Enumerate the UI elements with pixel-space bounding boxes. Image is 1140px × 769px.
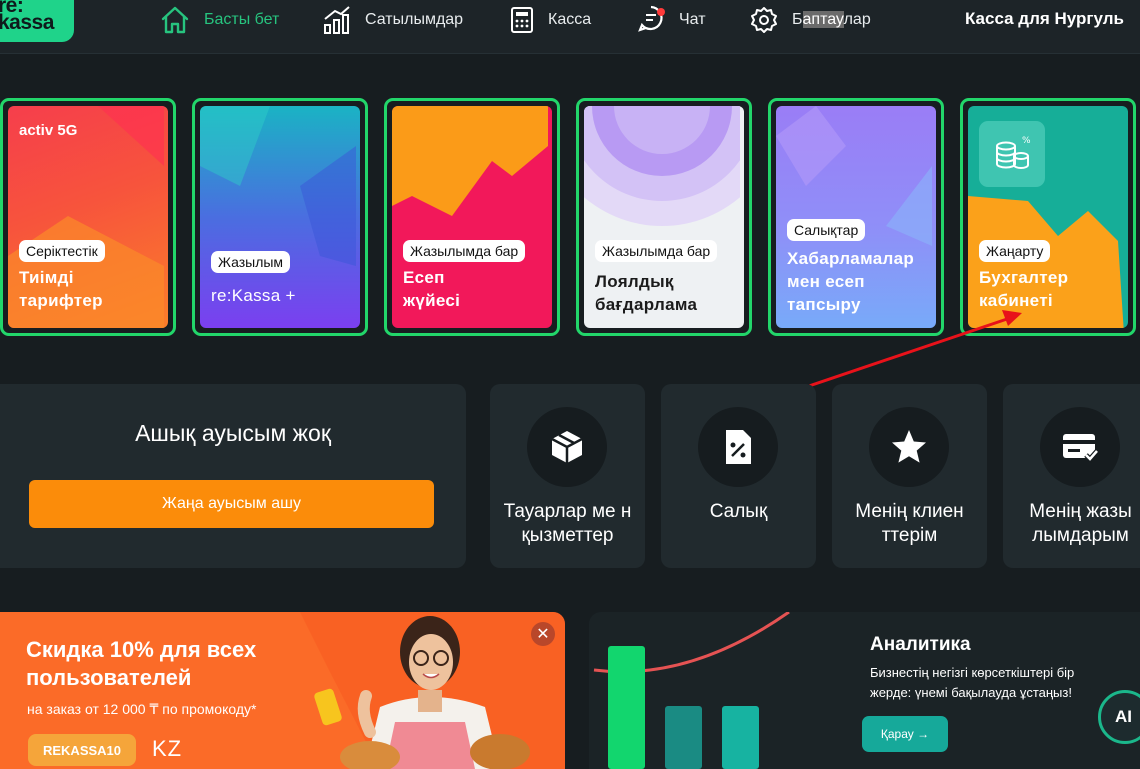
- star-icon: [892, 430, 926, 463]
- promo-banner[interactable]: Скидка 10% для всех пользователей на зак…: [0, 612, 565, 769]
- card-accounting-system-bg: Жазылымда бар Есеп жүйесі: [392, 106, 552, 328]
- card-badge: Жазылым: [211, 251, 291, 273]
- coins-icon: %: [996, 136, 1031, 169]
- tile-label: Менің клиен ттерім: [855, 501, 964, 546]
- nav-item-home[interactable]: Басты бет: [160, 0, 279, 40]
- nav-item-sales[interactable]: Сатылымдар: [323, 0, 463, 40]
- card-tariffs[interactable]: activ 5G Серіктестік Тиімді тарифтер: [0, 98, 176, 336]
- promo-kz-text: KZ: [152, 736, 183, 761]
- activ-logo: activ 5G: [19, 122, 78, 139]
- tile-label: Салық: [709, 501, 768, 522]
- card-notifications-reports[interactable]: Салықтар Хабарламалар мен есеп тапсыру: [768, 98, 944, 336]
- analytics-title: Аналитика: [870, 634, 971, 655]
- promo-code-badge: REKASSA10: [28, 734, 136, 766]
- nav-label-settings-selected: аптау: [802, 11, 844, 28]
- chart-bar: [608, 646, 645, 769]
- calculator-icon: [511, 7, 533, 33]
- chat-notification-dot: [657, 7, 665, 16]
- card-rekassa-plus[interactable]: Жазылым re:Kassa +: [192, 98, 368, 336]
- tile-icon-circle: [527, 407, 607, 487]
- top-navigation-bar: re: kassa Басты бет Сатылымдар Касса Чат…: [0, 0, 1140, 54]
- nav-item-cashier[interactable]: Касса: [510, 0, 591, 40]
- nav-label-sales: Сатылымдар: [365, 11, 464, 28]
- card-loyalty-program[interactable]: Жазылымда бар Лоялдық бағдарлама: [576, 98, 752, 336]
- card-title: Лоялдық бағдарлама: [595, 272, 698, 314]
- nav-label-chat: Чат: [679, 11, 706, 28]
- analytics-view-button[interactable]: Қарау →: [862, 716, 948, 752]
- chart-bar: [722, 706, 759, 769]
- tile-my-clients[interactable]: Менің клиен ттерім: [832, 384, 987, 568]
- card-title: re:Kassa +: [211, 286, 296, 305]
- shift-status-title: Ашық ауысым жоқ: [135, 420, 331, 446]
- card-badge: Жазылымда бар: [403, 240, 526, 262]
- nav-label-settings-pre: Б: [792, 11, 803, 28]
- nav-label-home: Басты бет: [204, 11, 280, 28]
- analytics-description: Бизнестің негізгі көрсеткіштері бір жерд…: [870, 665, 1075, 700]
- card-loyalty-program-bg: Жазылымда бар Лоялдық бағдарлама: [584, 106, 744, 328]
- nav-item-settings[interactable]: Баптаулар: [750, 0, 871, 40]
- promo-subtitle: на заказ от 12 000 ₸ по промокоду*: [27, 701, 257, 717]
- promo-title: Скидка 10% для всех пользователей: [26, 637, 257, 690]
- tile-tax[interactable]: Салық: [661, 384, 816, 568]
- nav-label-cashier: Касса: [548, 11, 592, 28]
- tile-icon-circle: [698, 407, 778, 487]
- tile-label: Тауарлар ме н қызметтер: [503, 501, 632, 546]
- tile-products-services[interactable]: Тауарлар ме н қызметтер: [490, 384, 645, 568]
- analytics-panel[interactable]: Аналитика Бизнестің негізгі көрсеткіштер…: [589, 612, 1140, 769]
- card-tariffs-bg: activ 5G Серіктестік Тиімді тарифтер: [8, 106, 168, 328]
- tile-label: Менің жазы лымдарым: [1029, 501, 1132, 546]
- svg-text:%: %: [1022, 136, 1031, 146]
- logo-text-line2: kassa: [0, 11, 54, 34]
- card-check-icon: [1063, 434, 1099, 463]
- tile-icon-circle: [869, 407, 949, 487]
- tile-icon-circle: [1040, 407, 1120, 487]
- card-accounting-system[interactable]: Жазылымда бар Есеп жүйесі: [384, 98, 560, 336]
- nav-item-chat[interactable]: Чат: [637, 0, 706, 40]
- chat-icon-wrapper: [637, 4, 665, 37]
- card-badge: Серіктестік: [19, 240, 105, 262]
- tax-document-icon: [726, 430, 751, 464]
- nav-label-settings-post: лар: [843, 11, 871, 28]
- card-badge: Жазылымда бар: [595, 240, 718, 262]
- tile-my-subscriptions[interactable]: Менің жазы лымдарым: [1003, 384, 1140, 568]
- rekassa-logo[interactable]: re: kassa: [0, 0, 74, 42]
- promo-close-button[interactable]: ✕: [531, 622, 555, 646]
- chart-icon: [324, 6, 350, 34]
- annotation-arrow: [805, 310, 1022, 389]
- card-rekassa-plus-bg: Жазылым re:Kassa +: [200, 106, 360, 328]
- home-icon: [161, 6, 189, 34]
- card-title: Тиімді тарифтер: [19, 268, 103, 310]
- box-icon: [551, 431, 583, 463]
- card-notifications-reports-bg: Салықтар Хабарламалар мен есеп тапсыру: [776, 106, 936, 328]
- card-accountant-cabinet-bg: % Жаңарту Бухгалтер кабинеті: [968, 106, 1128, 328]
- shift-panel: Ашық ауысым жоқ Жаңа ауысым ашу: [0, 384, 466, 568]
- card-badge: Жаңарту: [979, 240, 1051, 262]
- open-new-shift-button[interactable]: Жаңа ауысым ашу: [29, 480, 434, 528]
- card-title: Есеп жүйесі: [403, 268, 461, 310]
- coins-icon-box: %: [979, 121, 1045, 187]
- card-accountant-cabinet[interactable]: % Жаңарту Бухгалтер кабинеті: [960, 98, 1136, 336]
- card-badge: Салықтар: [787, 219, 866, 241]
- chart-bar: [665, 706, 702, 769]
- gear-icon: [751, 7, 777, 33]
- analytics-chart-illustration: [593, 612, 790, 769]
- account-name[interactable]: Касса для Нургуль: [965, 9, 1124, 29]
- promo-person-illustration: [314, 616, 530, 769]
- nav-label-settings: Баптаулар: [792, 11, 871, 29]
